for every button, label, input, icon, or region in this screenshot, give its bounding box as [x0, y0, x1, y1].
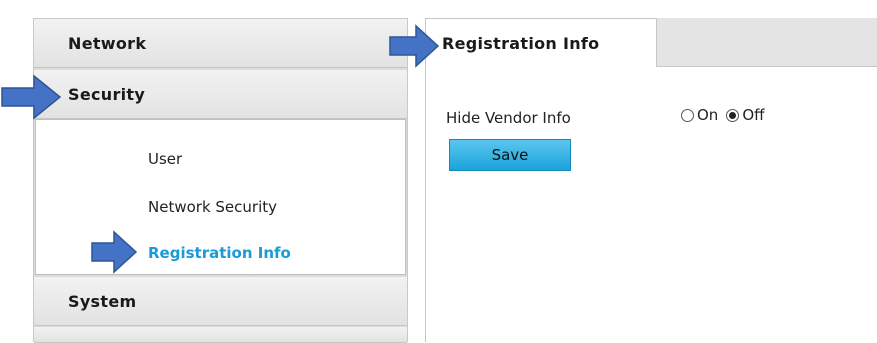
menu-network[interactable]: Network [34, 19, 407, 68]
sidebar: Network Security User Network Security R… [33, 18, 408, 343]
save-button[interactable]: Save [449, 139, 571, 171]
content-panel: Hide Vendor Info On Off Save [425, 67, 877, 342]
radio-off[interactable] [726, 108, 740, 122]
menu-network-label: Network [68, 33, 147, 53]
hide-vendor-radio-group: On Off [681, 106, 772, 124]
radio-off-label[interactable]: Off [742, 106, 764, 124]
tab-registration-info-label: Registration Info [442, 34, 600, 53]
radio-on-label[interactable]: On [697, 106, 718, 124]
arrow-pointer-icon [1, 74, 62, 120]
tab-bar: Registration Info [425, 18, 877, 68]
tab-registration-info[interactable]: Registration Info [425, 18, 657, 68]
hide-vendor-info-label: Hide Vendor Info [446, 109, 571, 127]
menu-system-label: System [68, 291, 137, 311]
submenu-item-network-security[interactable]: Network Security [148, 198, 277, 216]
menu-security-label: Security [68, 84, 146, 104]
menu-system[interactable]: System [34, 277, 407, 326]
arrow-pointer-icon [91, 230, 138, 274]
menu-security[interactable]: Security [34, 70, 407, 119]
radio-on[interactable] [681, 108, 694, 122]
submenu-item-registration-info[interactable]: Registration Info [148, 244, 291, 262]
menu-next-partial[interactable] [34, 327, 407, 343]
submenu-item-user[interactable]: User [148, 150, 182, 168]
arrow-pointer-icon [389, 24, 440, 68]
